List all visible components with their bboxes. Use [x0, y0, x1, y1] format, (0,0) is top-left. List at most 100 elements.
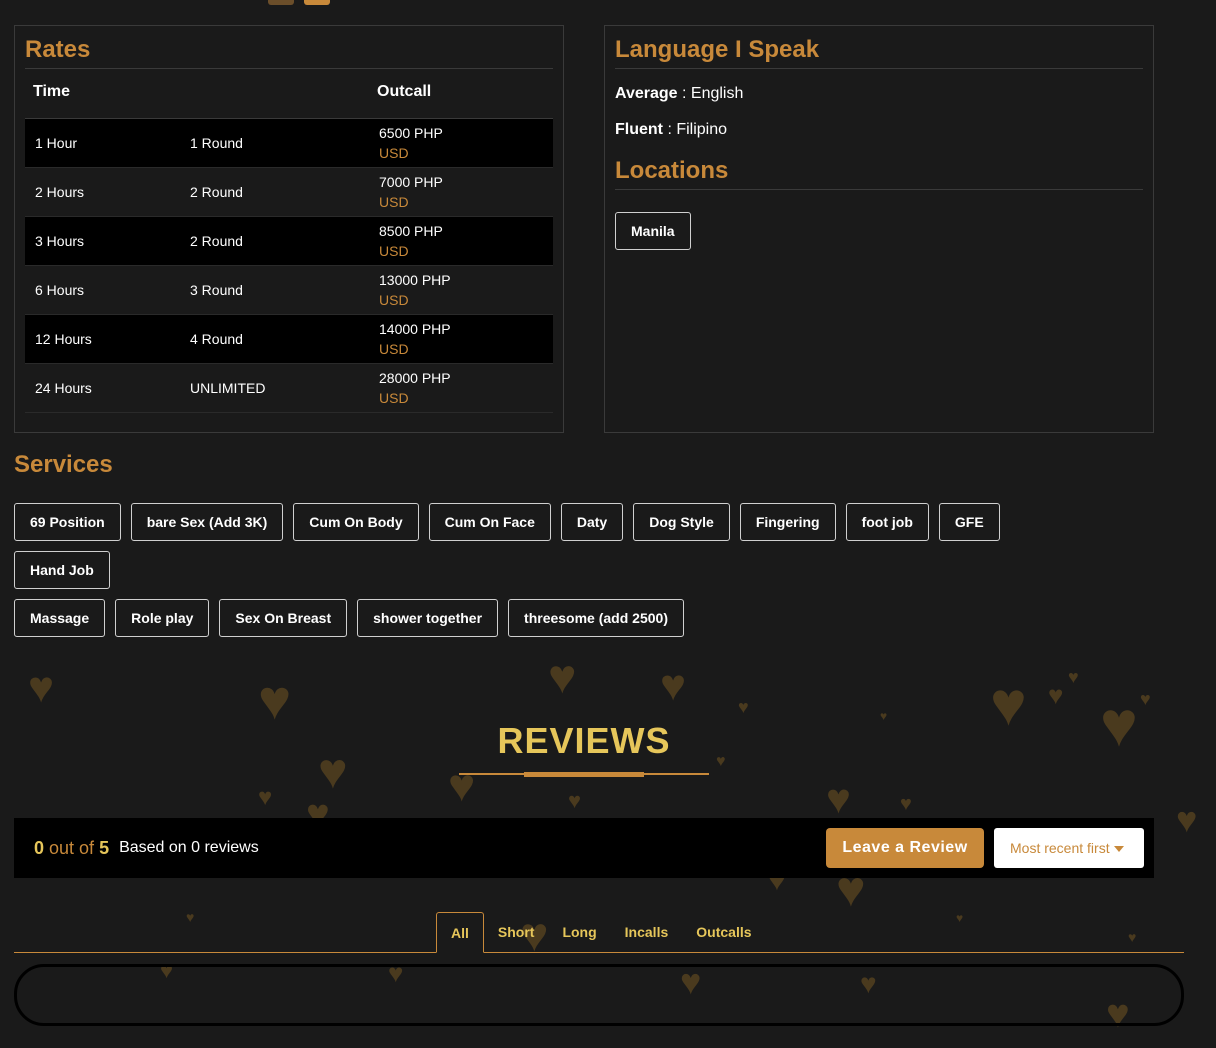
tab-short[interactable]: Short	[484, 912, 549, 953]
caret-down-icon	[1113, 846, 1124, 853]
rates-title: Rates	[25, 36, 553, 69]
score-max: 5	[99, 837, 110, 858]
rate-price: 7000 PHP	[379, 174, 443, 190]
rate-price: 13000 PHP	[379, 272, 451, 288]
leave-review-button[interactable]: Leave a Review	[826, 828, 984, 868]
score-out-of: out of	[44, 837, 100, 858]
heart-icon: ♥	[826, 775, 851, 822]
rate-time: 1 Hour	[35, 135, 78, 151]
carousel-indicators	[268, 0, 330, 5]
service-tag[interactable]: Role play	[115, 599, 210, 637]
rate-time: 6 Hours	[35, 282, 85, 298]
carousel-dot-active[interactable]	[304, 0, 330, 5]
rates-table-header: Time Outcall	[25, 83, 553, 119]
service-tag[interactable]: Dog Style	[633, 503, 730, 541]
tab-outcalls[interactable]: Outcalls	[682, 912, 765, 953]
heart-icon: ♥	[660, 661, 687, 710]
service-tag[interactable]: Cum On Body	[293, 503, 419, 541]
rate-rounds: UNLIMITED	[190, 380, 266, 396]
service-tag[interactable]: 69 Position	[14, 503, 121, 541]
rate-rounds: 4 Round	[190, 331, 243, 347]
rate-row: 12 Hours 4 Round 14000 PHP USD	[25, 315, 553, 364]
tab-incalls[interactable]: Incalls	[611, 912, 683, 953]
rate-price-cell: 7000 PHP USD	[369, 172, 443, 212]
heart-icon: ♥	[186, 909, 195, 925]
language-name: Filipino	[676, 121, 728, 138]
rate-time: 24 Hours	[35, 380, 92, 396]
carousel-dot[interactable]	[268, 0, 294, 5]
outcall-header: Outcall	[377, 83, 432, 100]
language-panel: Language I Speak Average : English Fluent…	[604, 25, 1154, 433]
rate-row: 24 Hours UNLIMITED 28000 PHP USD	[25, 364, 553, 413]
location-tag[interactable]: Manila	[615, 212, 691, 250]
rate-usd-link[interactable]: USD	[379, 388, 451, 408]
rate-time: 2 Hours	[35, 184, 85, 200]
heart-icon: ♥	[956, 911, 964, 925]
rate-price: 28000 PHP	[379, 370, 451, 386]
rate-row: 1 Hour 1 Round 6500 PHP USD	[25, 119, 553, 168]
review-count: Based on 0 reviews	[119, 839, 259, 856]
language-title: Language I Speak	[615, 36, 1143, 69]
sort-select[interactable]: Most recent first	[994, 828, 1144, 868]
services-list: 69 Position bare Sex (Add 3K) Cum On Body C…	[14, 503, 1114, 647]
rate-row: 6 Hours 3 Round 13000 PHP USD	[25, 266, 553, 315]
rate-price-cell: 28000 PHP USD	[369, 368, 451, 408]
service-tag[interactable]: Sex On Breast	[219, 599, 348, 637]
service-tag[interactable]: GFE	[938, 503, 1000, 541]
language-list: Average : English Fluent : Filipino	[605, 85, 1153, 139]
service-tag[interactable]: Massage	[14, 599, 106, 637]
heart-icon: ♥	[1176, 799, 1198, 840]
service-tag[interactable]: threesome (add 2500)	[508, 599, 684, 637]
service-tag[interactable]: Daty	[560, 503, 624, 541]
rate-usd-link[interactable]: USD	[379, 339, 451, 359]
rate-rounds: 1 Round	[190, 135, 243, 151]
language-item: Fluent : Filipino	[615, 121, 1143, 139]
rate-price-cell: 14000 PHP USD	[369, 319, 451, 359]
rate-usd-link[interactable]: USD	[379, 241, 443, 261]
tab-all[interactable]: All	[436, 912, 484, 953]
heart-icon: ♥	[1140, 689, 1151, 709]
reviews-list-container	[14, 964, 1184, 1026]
title-divider-accent	[524, 772, 644, 777]
rate-rounds: 2 Round	[190, 184, 243, 200]
time-header: Time	[33, 83, 71, 100]
rates-panel: Rates Time Outcall 1 Hour 1 Round 6500 PHP…	[14, 25, 564, 433]
rates-table-body: 1 Hour 1 Round 6500 PHP USD 2 Hours 2 Round 70…	[15, 119, 563, 413]
service-tag[interactable]: Hand Job	[14, 551, 110, 589]
heart-icon: ♥	[548, 654, 577, 704]
language-item: Average : English	[615, 85, 1143, 103]
language-level: Fluent	[615, 121, 663, 138]
rate-usd-link[interactable]: USD	[379, 290, 451, 310]
service-tag[interactable]: Fingering	[739, 503, 836, 541]
sort-label: Most recent first	[1010, 840, 1110, 856]
language-name: English	[690, 85, 744, 102]
rate-time: 12 Hours	[35, 331, 92, 347]
rate-price: 8500 PHP	[379, 223, 443, 239]
review-summary-bar: 0 out of 5 Based on 0 reviews Leave a Re…	[14, 818, 1154, 878]
rate-rounds: 2 Round	[190, 233, 243, 249]
service-tag[interactable]: foot job	[845, 503, 929, 541]
tab-long[interactable]: Long	[548, 912, 610, 953]
language-level: Average	[615, 85, 678, 102]
rate-price-cell: 6500 PHP USD	[369, 123, 443, 163]
heart-icon: ♥	[28, 663, 55, 712]
heart-icon: ♥	[568, 788, 582, 813]
rate-price-cell: 13000 PHP USD	[369, 270, 451, 310]
review-tabs: All Short Long Incalls Outcalls	[436, 912, 766, 953]
service-tag[interactable]: bare Sex (Add 3K)	[130, 503, 284, 541]
service-tag[interactable]: shower together	[357, 599, 499, 637]
heart-icon: ♥	[1068, 667, 1079, 687]
rate-price: 14000 PHP	[379, 321, 451, 337]
rate-time: 3 Hours	[35, 233, 85, 249]
score-value: 0	[34, 837, 45, 858]
rate-price-cell: 8500 PHP USD	[369, 221, 443, 261]
rate-usd-link[interactable]: USD	[379, 192, 443, 212]
rate-rounds: 3 Round	[190, 282, 243, 298]
rate-row: 3 Hours 2 Round 8500 PHP USD	[25, 217, 553, 266]
reviews-title: REVIEWS	[497, 720, 671, 761]
rate-row: 2 Hours 2 Round 7000 PHP USD	[25, 168, 553, 217]
heart-icon: ♥	[900, 793, 912, 815]
rate-usd-link[interactable]: USD	[379, 143, 443, 163]
service-tag[interactable]: Cum On Face	[428, 503, 551, 541]
reviews-section: ♥ ♥ ♥ ♥ ♥ ♥ ♥ ♥ ♥ ♥ ♥ ♥ ♥ ♥ ♥ ♥ ♥ ♥ ♥ ♥ ♥ ♥ ♥ ♥ ♥ ♥ ♥ ♥ ♥ ♥ ♥ REVIEWS …	[0, 654, 1216, 1048]
